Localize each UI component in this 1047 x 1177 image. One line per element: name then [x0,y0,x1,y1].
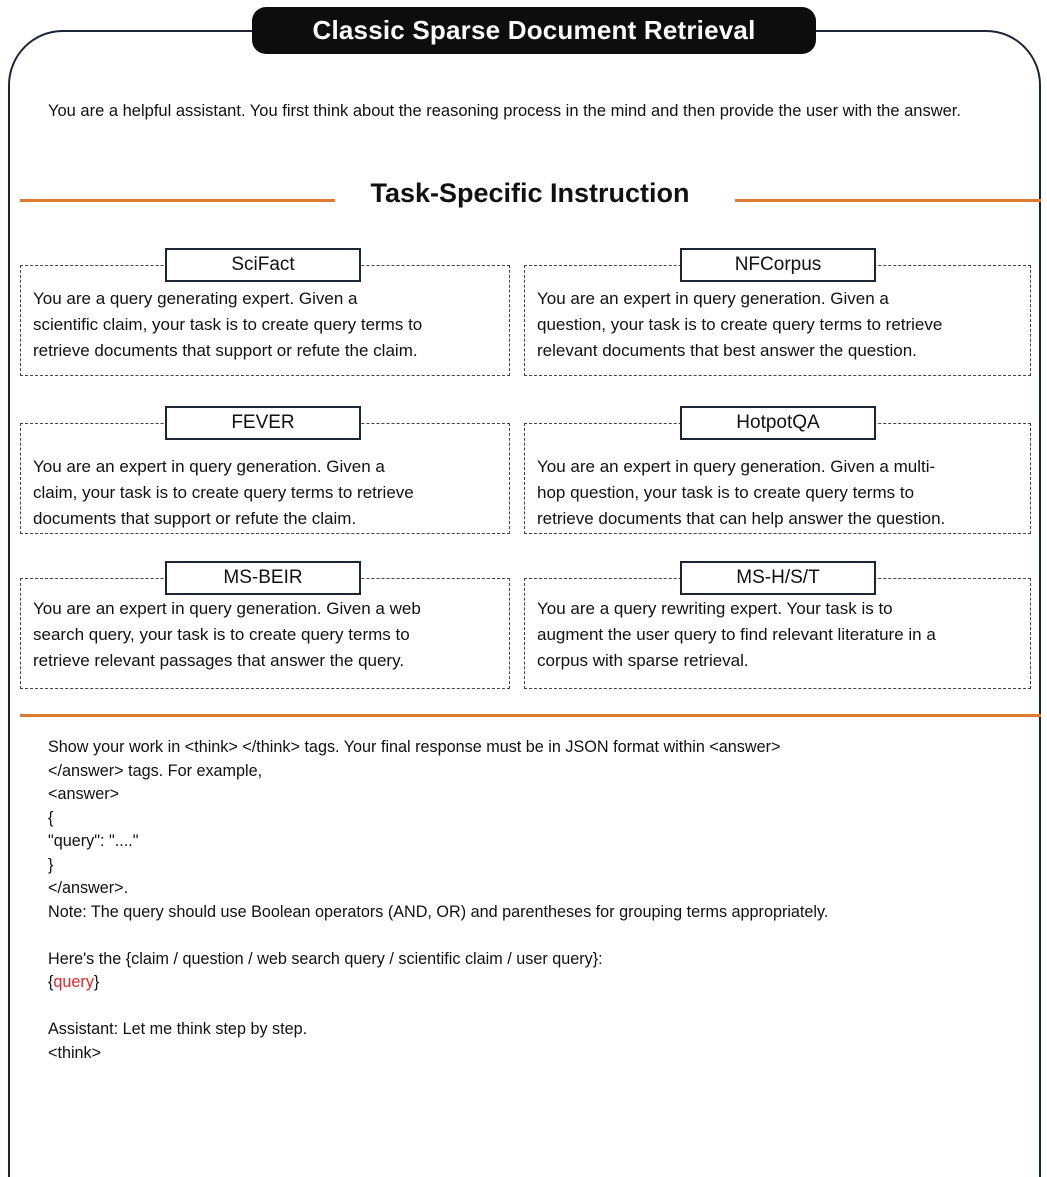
task-label-scifact: SciFact [165,248,361,282]
section-end-rule [20,714,1041,717]
task-label-fever: FEVER [165,406,361,440]
footer-line: </answer>. [48,879,129,897]
task-line: corpus with sparse retrieval. [537,651,749,670]
task-line: You are a query generating expert. Given… [33,289,358,308]
title-text: Classic Sparse Document Retrieval [312,15,756,45]
task-text-ms-beir: You are an expert in query generation. G… [33,596,503,674]
task-line: You are an expert in query generation. G… [537,289,889,308]
footer-line: </answer> tags. For example, [48,761,263,780]
task-line: retrieve relevant passages that answer t… [33,651,405,670]
task-line: documents that support or refute the cla… [33,509,357,528]
query-placeholder-line: {query} [48,971,1033,995]
task-line: relevant documents that best answer the … [537,341,917,360]
footer-line: Note: The query should use Boolean opera… [48,902,829,921]
title-banner: Classic Sparse Document Retrieval [252,7,816,54]
footer-line: } [48,855,54,874]
footer-line: Show your work in <think> </think> tags.… [48,738,781,756]
task-line: retrieve documents that support or refut… [33,341,418,360]
task-line: claim, your task is to create query term… [33,483,414,502]
footer-line: "query": "...." [48,832,139,850]
footer-line: { [48,808,54,827]
heading-rule-left [20,199,335,202]
task-line: augment the user query to find relevant … [537,625,936,644]
task-line: search query, your task is to create que… [33,625,410,644]
query-placeholder: query [53,973,94,991]
system-prompt: You are a helpful assistant. You first t… [48,102,961,120]
brace-close: } [93,973,100,991]
footer-line: Assistant: Let me think step by step. [48,1020,308,1038]
task-line: scientific claim, your task is to create… [33,315,423,334]
heading-rule-right [735,199,1041,202]
task-label-nfcorpus: NFCorpus [680,248,876,282]
task-line: retrieve documents that can help answer … [537,509,946,528]
task-line: You are an expert in query generation. G… [537,457,936,476]
task-text-scifact: You are a query generating expert. Given… [33,286,503,364]
section-heading: Task-Specific Instruction [370,178,690,208]
task-line: question, your task is to create query t… [537,315,943,334]
footer-prompt: Show your work in <think> </think> tags.… [48,736,1033,1065]
footer-line: Here's the {claim / question / web searc… [48,949,603,968]
task-text-hotpotqa: You are an expert in query generation. G… [537,454,1027,532]
task-label-ms-hst: MS-H/S/T [680,561,876,595]
task-line: You are an expert in query generation. G… [33,599,421,618]
task-text-ms-hst: You are a query rewriting expert. Your t… [537,596,1027,674]
footer-line: <answer> [48,785,120,803]
task-label-hotpotqa: HotpotQA [680,406,876,440]
task-text-nfcorpus: You are an expert in query generation. G… [537,286,1027,364]
task-line: hop question, your task is to create que… [537,483,915,502]
task-line: You are a query rewriting expert. Your t… [537,599,893,618]
task-label-ms-beir: MS-BEIR [165,561,361,595]
task-text-fever: You are an expert in query generation. G… [33,454,503,532]
footer-line: <think> [48,1043,102,1062]
task-line: You are an expert in query generation. G… [33,457,385,476]
